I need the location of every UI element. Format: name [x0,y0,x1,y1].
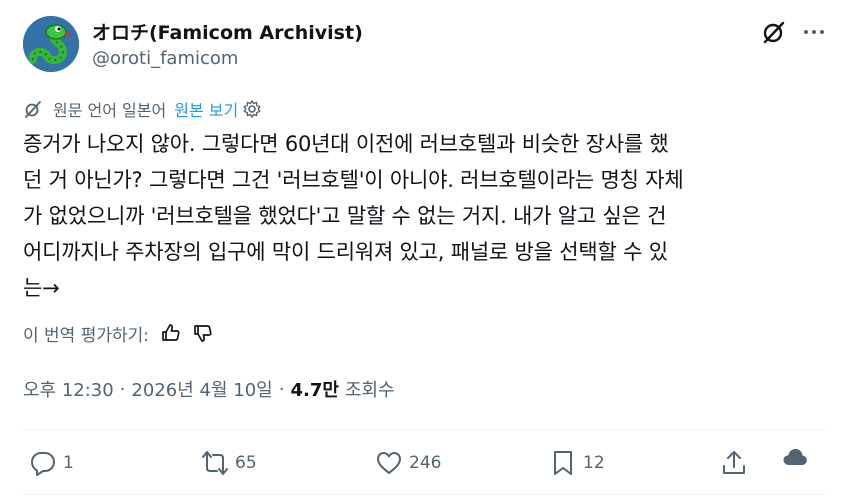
cloud-button[interactable] [781,442,809,472]
rate-translation-label: 이 번역 평가하기: [23,325,150,346]
author-name[interactable]: オロチ(Famicom Archivist) [92,18,363,45]
translation-notice: 원문 언어 일본어 원본 보기 [23,97,262,121]
action-bar: 1 65 246 12 [23,440,829,486]
tweet-meta: 오후 12:30 · 2026년 4월 10일 · 4.7만 조회수 [23,375,395,403]
grok-icon[interactable] [760,18,788,46]
divider [23,494,827,495]
repost-icon [202,451,228,475]
tweet-date[interactable]: 2026년 4월 10일 [131,376,272,402]
tweet-text: 증거가 나오지 않아. 그렇다면 60년대 이전에 러브호텔과 비슷한 장사를 … [23,132,684,300]
gear-icon[interactable] [242,99,262,119]
tweet-time[interactable]: 오후 12:30 [23,376,114,402]
bookmark-button[interactable]: 12 [549,448,605,478]
grok-translate-icon [25,101,41,118]
more-options-icon[interactable] [800,18,828,46]
reply-button[interactable]: 1 [29,448,74,478]
bookmark-count: 12 [583,453,605,473]
like-count: 246 [409,453,442,473]
separator-dot: · [119,378,126,400]
separator-dot: · [278,378,285,400]
divider [23,429,827,430]
thumbs-up-icon[interactable] [161,323,181,343]
translation-source-label: 원문 언어 일본어 [53,101,167,120]
thumbs-down-icon[interactable] [193,323,213,343]
view-count-label: 조회수 [344,380,395,401]
rate-translation-row: 이 번역 평가하기: [23,320,213,346]
author-handle[interactable]: @oroti_famicom [92,48,238,69]
reply-count: 1 [63,453,74,473]
snake-avatar-icon [23,16,79,72]
repost-count: 65 [235,453,257,473]
avatar[interactable] [23,16,79,72]
cloud-icon [783,449,807,465]
bookmark-icon [554,451,572,475]
show-original-link[interactable]: 원본 보기 [174,97,238,121]
like-button[interactable]: 246 [375,448,441,478]
repost-button[interactable]: 65 [201,448,257,478]
reply-icon [31,452,55,476]
view-count[interactable]: 4.7만 [290,376,338,402]
share-icon [723,451,745,474]
share-button[interactable] [720,448,748,478]
heart-icon [377,452,401,474]
